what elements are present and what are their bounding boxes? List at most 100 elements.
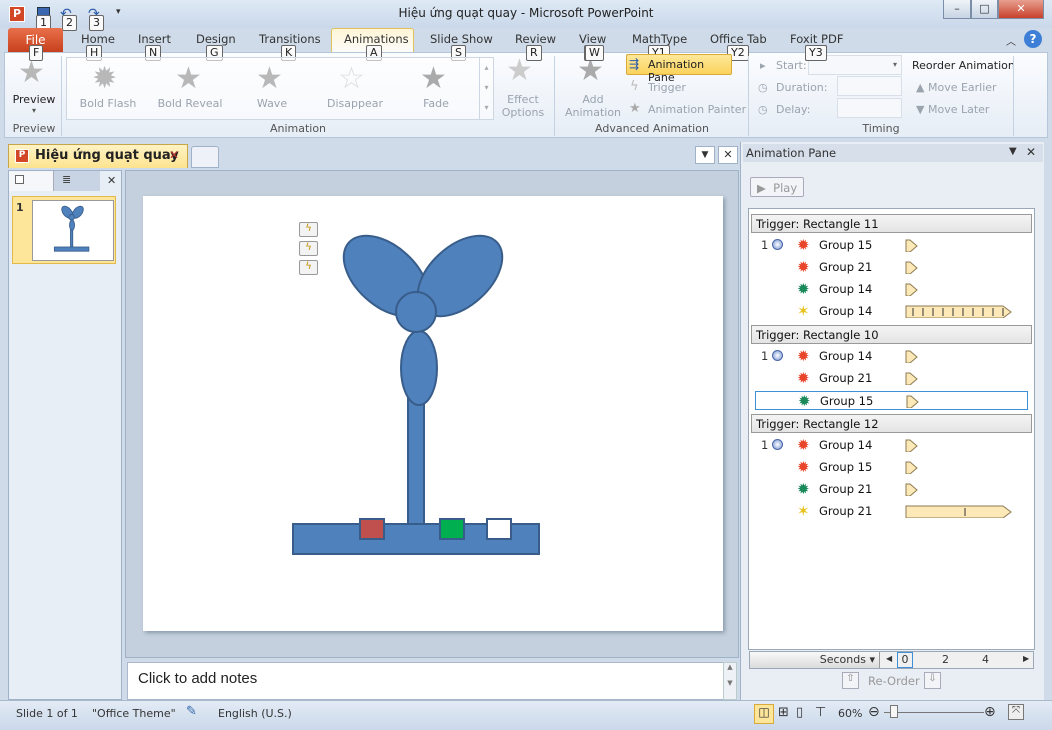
animation-item[interactable]: ✶ Group 14	[755, 302, 1028, 321]
timing-bar[interactable]	[906, 395, 920, 408]
animation-item[interactable]: ✹ Group 15	[755, 391, 1028, 410]
gallery-scroll[interactable]: ▴ ▾ ▾	[479, 58, 493, 119]
tab-review[interactable]: Review	[515, 32, 556, 46]
outline-tab[interactable]: ≣	[54, 171, 100, 191]
timing-bar[interactable]	[905, 372, 919, 385]
effect-fade[interactable]: Fade	[400, 97, 472, 110]
close-tab-icon[interactable]: ✕	[169, 148, 179, 162]
preview-icon[interactable]: ★	[18, 58, 45, 88]
trigger-header[interactable]: Trigger: Rectangle 10	[751, 325, 1032, 344]
tab-slide-show[interactable]: Slide Show	[430, 32, 493, 46]
zoom-slider-thumb[interactable]	[889, 705, 898, 718]
fan-hub[interactable]	[395, 291, 437, 333]
tab-design[interactable]: Design	[196, 32, 236, 46]
timing-bar[interactable]	[905, 461, 919, 474]
animation-item[interactable]: ✹ Group 21	[755, 258, 1028, 277]
tab-foxit-pdf[interactable]: Foxit PDF	[790, 32, 843, 46]
fit-to-window-icon[interactable]: ⤧	[1008, 704, 1024, 720]
reading-view-icon[interactable]: ▯	[796, 705, 803, 720]
slide-sorter-icon[interactable]: ⊞	[778, 705, 789, 720]
maximize-button[interactable]: □	[971, 0, 998, 19]
animation-item[interactable]: 1 ✹ Group 15	[755, 236, 1028, 255]
animation-item[interactable]: ✶ Group 21	[755, 502, 1028, 521]
move-down-button[interactable]: ⇩	[924, 672, 941, 689]
fan-pole[interactable]	[407, 395, 425, 527]
close-pane-icon[interactable]: ✕	[1026, 145, 1036, 159]
move-up-button[interactable]: ⇧	[842, 672, 859, 689]
tab-animations[interactable]: Animations	[344, 32, 409, 46]
pane-options-dropdown[interactable]: ▼	[1009, 146, 1017, 157]
spellcheck-icon[interactable]: ✎	[186, 704, 197, 719]
tab-transitions[interactable]: Transitions	[259, 32, 321, 46]
notes-input[interactable]: Click to add notes	[127, 662, 737, 700]
minimize-button[interactable]: –	[943, 0, 971, 19]
zoom-in-icon[interactable]: ⊕	[984, 704, 996, 720]
help-icon[interactable]: ?	[1024, 30, 1042, 48]
tab-insert[interactable]: Insert	[138, 32, 171, 46]
duration-spinner[interactable]	[837, 76, 902, 96]
slide-thumbnail-1[interactable]: 1	[12, 196, 116, 264]
timing-bar[interactable]	[905, 261, 919, 274]
trigger-indicator-3[interactable]: ϟ	[299, 260, 318, 275]
timeline-right-arrow[interactable]: ▶	[1023, 654, 1029, 663]
timing-bar[interactable]	[905, 505, 1013, 518]
timing-bar[interactable]	[905, 239, 919, 252]
tab-office-tab[interactable]: Office Tab	[710, 32, 767, 46]
animation-item[interactable]: ✹ Group 14	[755, 280, 1028, 299]
zoom-level[interactable]: 60%	[838, 707, 862, 720]
timing-bar[interactable]	[905, 350, 919, 363]
slides-tab[interactable]	[9, 171, 54, 191]
slide-canvas[interactable]	[143, 196, 723, 631]
timing-bar[interactable]	[905, 483, 919, 496]
rectangle-button-white[interactable]	[486, 518, 512, 540]
trigger-indicator-1[interactable]: ϟ	[299, 222, 318, 237]
move-earlier-button[interactable]: ▲ Move Earlier	[916, 81, 997, 94]
close-panel-icon[interactable]: ✕	[107, 174, 116, 187]
normal-view-icon[interactable]: ◫	[754, 704, 774, 724]
tab-mathtype[interactable]: MathType	[632, 32, 687, 46]
tab-view[interactable]: View	[579, 32, 606, 46]
play-button[interactable]: ▶ Play	[750, 177, 804, 197]
tab-home[interactable]: Home	[81, 32, 115, 46]
move-later-button[interactable]: ▼ Move Later	[916, 103, 989, 116]
effect-options-button[interactable]: Effect Options	[496, 93, 550, 119]
slideshow-icon[interactable]: ⊤	[815, 705, 826, 720]
fan-body[interactable]	[400, 330, 438, 406]
effect-bold-reveal[interactable]: Bold Reveal	[150, 97, 230, 110]
timing-bar[interactable]	[905, 439, 919, 452]
timing-bar[interactable]	[905, 283, 919, 296]
notes-scrollbar[interactable]: ▲ ▼	[723, 662, 737, 700]
animation-item[interactable]: ✹ Group 21	[755, 480, 1028, 499]
rectangle-button-green[interactable]	[439, 518, 465, 540]
seconds-dropdown[interactable]: Seconds ▾	[750, 652, 880, 668]
zoom-out-icon[interactable]: ⊖	[868, 704, 880, 720]
trigger-button[interactable]: Trigger	[648, 81, 686, 94]
effect-bold-flash[interactable]: Bold Flash	[70, 97, 146, 110]
language[interactable]: English (U.S.)	[218, 707, 292, 720]
close-button[interactable]: ✕	[998, 0, 1044, 19]
timing-bar[interactable]	[905, 305, 1013, 318]
trigger-header[interactable]: Trigger: Rectangle 12	[751, 414, 1032, 433]
collapse-ribbon-icon[interactable]: ︿	[1006, 33, 1016, 48]
animation-item[interactable]: 1 ✹ Group 14	[755, 436, 1028, 455]
tab-list-dropdown[interactable]: ▼	[695, 146, 715, 164]
timeline-left-arrow[interactable]: ◀	[886, 654, 892, 663]
new-tab-button[interactable]	[191, 146, 219, 168]
delay-spinner[interactable]	[837, 98, 902, 118]
trigger-indicator-2[interactable]: ϟ	[299, 241, 318, 256]
animation-painter-button[interactable]: Animation Painter	[648, 103, 746, 116]
add-animation-button[interactable]: Add Animation	[558, 93, 628, 119]
document-tab[interactable]: P Hiệu ứng quạt quay ✕	[8, 144, 188, 168]
animation-item[interactable]: ✹ Group 15	[755, 458, 1028, 477]
theme-name[interactable]: "Office Theme"	[92, 707, 176, 720]
zoom-slider[interactable]	[884, 712, 984, 713]
animation-item[interactable]: ✹ Group 21	[755, 369, 1028, 388]
animation-pane-button[interactable]: ⇶ Animation Pane	[626, 54, 732, 84]
trigger-header[interactable]: Trigger: Rectangle 11	[751, 214, 1032, 233]
close-document-button[interactable]: ✕	[718, 146, 738, 164]
animation-item[interactable]: 1 ✹ Group 14	[755, 347, 1028, 366]
preview-button[interactable]: Preview	[10, 93, 58, 106]
effect-disappear[interactable]: Disappear	[315, 97, 395, 110]
effect-wave[interactable]: Wave	[236, 97, 308, 110]
rectangle-button-red[interactable]	[359, 518, 385, 540]
